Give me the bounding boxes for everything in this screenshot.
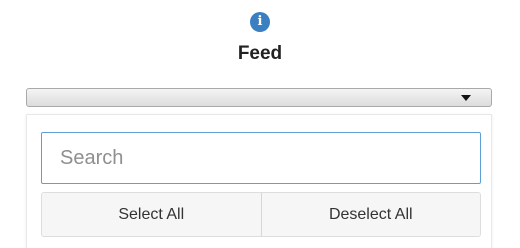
selection-button-group: Select All Deselect All bbox=[41, 192, 481, 237]
caret-down-icon[interactable] bbox=[461, 95, 471, 101]
feed-dropdown[interactable] bbox=[26, 88, 492, 107]
search-input[interactable] bbox=[41, 132, 481, 184]
info-icon[interactable]: i bbox=[250, 12, 270, 32]
deselect-all-button[interactable]: Deselect All bbox=[260, 193, 480, 236]
dropdown-panel: Select All Deselect All bbox=[26, 114, 492, 248]
field-title: Feed bbox=[237, 43, 283, 64]
select-all-button[interactable]: Select All bbox=[42, 193, 261, 236]
